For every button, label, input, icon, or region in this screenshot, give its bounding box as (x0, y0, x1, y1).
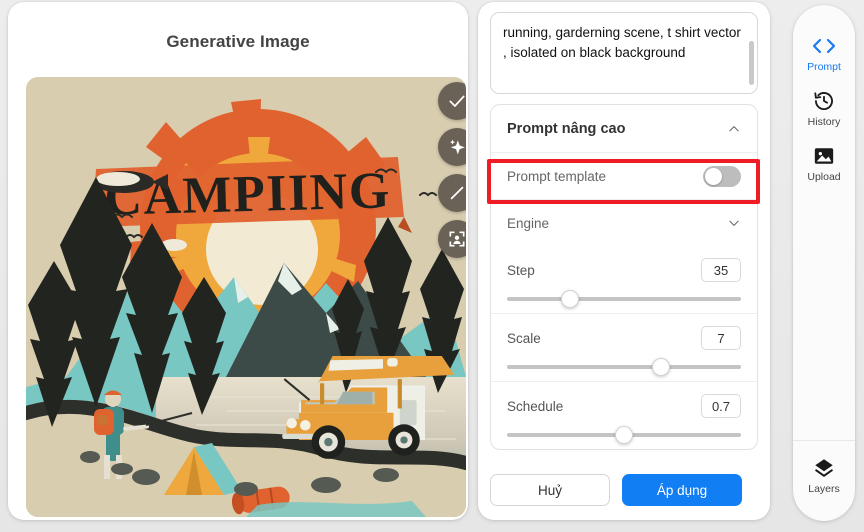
page-title: Generative Image (166, 32, 310, 51)
sparkle-icon (449, 139, 465, 155)
slider-step: Step 35 (491, 246, 757, 313)
image-canvas-wrap: CAMPIING (26, 77, 466, 517)
rail-label-history: History (807, 116, 841, 128)
toggle-knob (705, 167, 722, 185)
prompt-input-box[interactable]: running, garderning scene, t shirt vecto… (490, 12, 758, 94)
slider-step-value[interactable]: 35 (701, 258, 741, 282)
settings-scroll-area[interactable]: running, garderning scene, t shirt vecto… (478, 2, 770, 520)
slider-step-track[interactable] (507, 290, 741, 308)
right-tool-rail: Prompt History Upload Layers (793, 5, 855, 521)
apply-button[interactable]: Áp dụng (622, 474, 742, 506)
cancel-button[interactable]: Huỷ (490, 474, 610, 506)
rail-label-prompt: Prompt (807, 61, 841, 73)
layers-icon (812, 457, 836, 479)
rail-item-upload[interactable]: Upload (793, 145, 855, 183)
app-root: Generative Image CAMPIING running, garde… (0, 0, 864, 532)
slider-scale-label: Scale (507, 330, 541, 346)
slider-schedule-thumb[interactable] (615, 426, 633, 444)
slider-schedule-track[interactable] (507, 426, 741, 444)
chevron-up-icon[interactable] (727, 122, 741, 136)
code-brackets-icon (812, 35, 836, 57)
engine-row[interactable]: Engine (491, 199, 757, 246)
rail-label-layers: Layers (808, 483, 840, 495)
accept-button[interactable] (438, 82, 466, 120)
panel-actions: Huỷ Áp dụng (490, 474, 758, 506)
prompt-input[interactable]: running, garderning scene, t shirt vecto… (503, 23, 741, 63)
check-icon (449, 95, 465, 107)
advanced-prompt-header[interactable]: Prompt nâng cao (491, 105, 757, 152)
prompt-template-row[interactable]: Prompt template (491, 152, 757, 199)
prompt-scrollbar[interactable] (749, 41, 754, 85)
rail-item-prompt[interactable]: Prompt (793, 35, 855, 73)
enhance-button[interactable] (438, 128, 466, 166)
portrait-scan-icon (449, 231, 465, 247)
slider-schedule-label: Schedule (507, 398, 564, 414)
face-scan-button[interactable] (438, 220, 466, 258)
rail-item-history[interactable]: History (793, 90, 855, 128)
slider-scale-thumb[interactable] (652, 358, 671, 376)
generative-image-panel: Generative Image CAMPIING (8, 2, 468, 520)
advanced-prompt-card: Prompt nâng cao Prompt template Engine S… (490, 104, 758, 450)
image-action-buttons (438, 82, 466, 258)
wand-icon (450, 186, 464, 200)
slider-schedule: Schedule 0.7 (491, 381, 757, 449)
history-clock-icon (813, 90, 835, 112)
rail-item-layers[interactable]: Layers (793, 457, 855, 495)
image-upload-icon (813, 145, 835, 167)
prompt-template-label: Prompt template (507, 168, 607, 184)
slider-schedule-value[interactable]: 0.7 (701, 394, 741, 418)
prompt-template-toggle[interactable] (703, 165, 741, 187)
generated-image[interactable]: CAMPIING (26, 77, 466, 517)
slider-scale-value[interactable]: 7 (701, 326, 741, 350)
rail-bottom-section: Layers (793, 440, 855, 521)
slider-scale-track[interactable] (507, 358, 741, 376)
slider-step-thumb[interactable] (561, 290, 580, 308)
svg-text:CAMPIING: CAMPIING (104, 162, 392, 226)
advanced-prompt-title: Prompt nâng cao (507, 120, 626, 137)
prompt-settings-panel: running, garderning scene, t shirt vecto… (478, 2, 770, 520)
engine-label: Engine (507, 215, 550, 231)
slider-scale: Scale 7 (491, 313, 757, 381)
rail-label-upload: Upload (807, 171, 841, 183)
edit-button[interactable] (438, 174, 466, 212)
chevron-down-icon[interactable] (727, 216, 741, 230)
camping-illustration: CAMPIING (26, 77, 466, 517)
slider-step-label: Step (507, 262, 535, 278)
